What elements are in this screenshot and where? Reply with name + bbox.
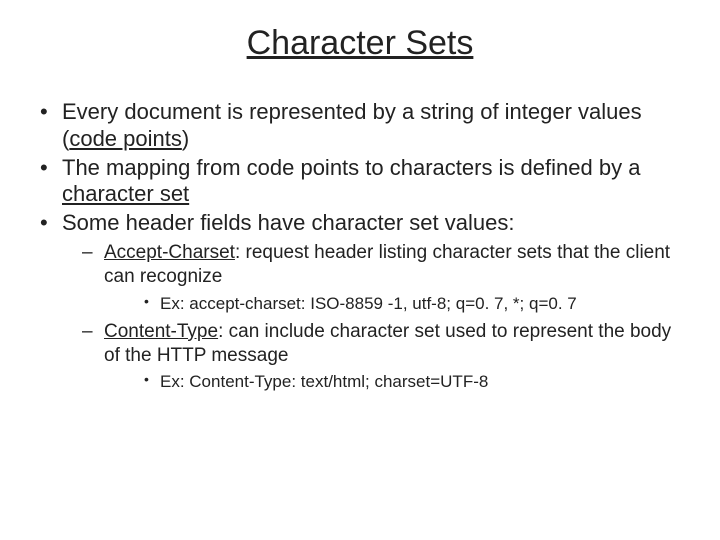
underlined-term: Content-Type bbox=[104, 321, 218, 342]
sub-sub-list: Ex: Content-Type: text/html; charset=UTF… bbox=[104, 371, 686, 392]
underlined-term: code points bbox=[69, 126, 182, 151]
text: ) bbox=[182, 126, 189, 151]
list-item: Ex: accept-charset: ISO-8859 -1, utf-8; … bbox=[104, 293, 686, 314]
list-item: The mapping from code points to characte… bbox=[34, 155, 686, 209]
example-text: Ex: Content-Type: text/html; charset=UTF… bbox=[160, 372, 488, 391]
list-item: Every document is represented by a strin… bbox=[34, 99, 686, 153]
text: The mapping from code points to characte… bbox=[62, 155, 640, 180]
list-item: Some header fields have character set va… bbox=[34, 210, 686, 392]
bullet-list: Every document is represented by a strin… bbox=[34, 99, 686, 393]
slide-title: Character Sets bbox=[34, 24, 686, 63]
list-item: Accept-Charset: request header listing c… bbox=[62, 241, 686, 314]
sub-list: Accept-Charset: request header listing c… bbox=[62, 241, 686, 393]
list-item: Ex: Content-Type: text/html; charset=UTF… bbox=[104, 371, 686, 392]
text: Some header fields have character set va… bbox=[62, 210, 514, 235]
underlined-term: Accept-Charset bbox=[104, 242, 235, 263]
sub-sub-list: Ex: accept-charset: ISO-8859 -1, utf-8; … bbox=[104, 293, 686, 314]
list-item: Content-Type: can include character set … bbox=[62, 320, 686, 393]
example-text: Ex: accept-charset: ISO-8859 -1, utf-8; … bbox=[160, 294, 577, 313]
underlined-term: character set bbox=[62, 181, 189, 206]
